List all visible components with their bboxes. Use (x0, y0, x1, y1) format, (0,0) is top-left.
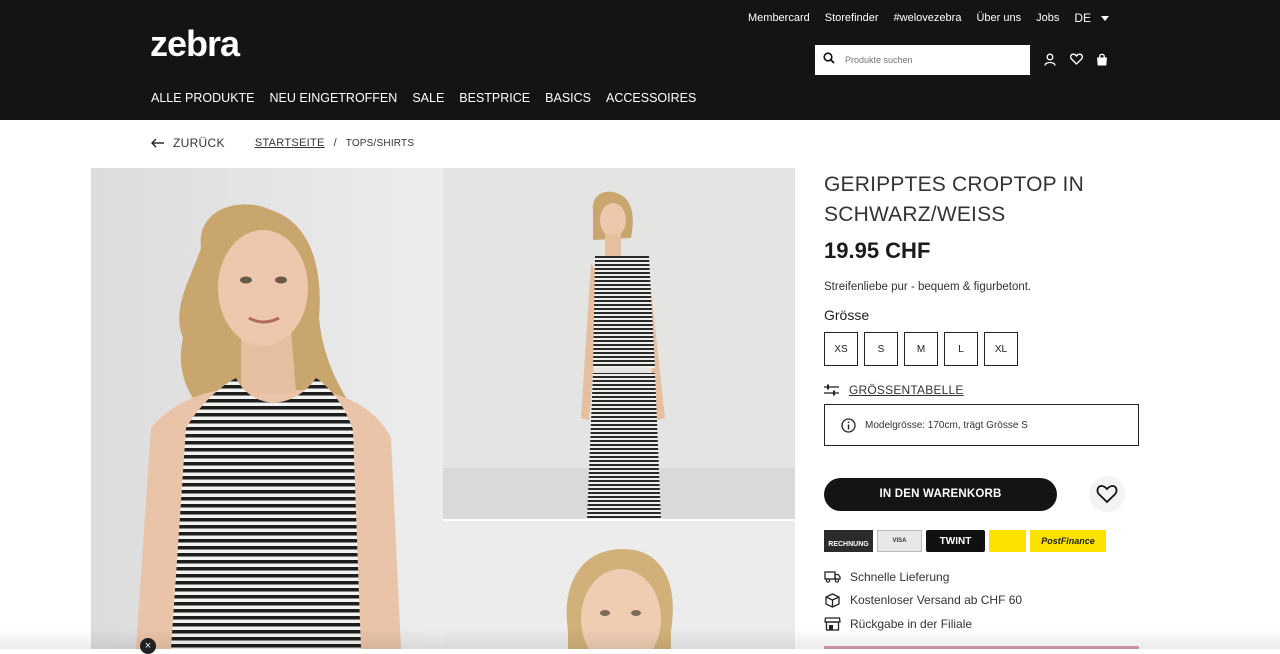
search-input[interactable] (843, 54, 1017, 66)
usp-item: Rückgabe in der Filiale (824, 612, 1139, 636)
usp-text-delivery: Schnelle Lieferung (850, 569, 950, 584)
size-option-xs[interactable]: XS (824, 332, 858, 366)
usp-text-shipping: Kostenloser Versand ab CHF 60 (850, 593, 1023, 608)
payment-postcard-logo (989, 530, 1026, 552)
nav-sale[interactable]: SALE (412, 91, 444, 106)
payment-methods: RECHNUNG VISA TWINT PostFinance (824, 530, 1139, 552)
truck-icon (824, 571, 841, 583)
top-link-ueber-uns[interactable]: Über uns (976, 12, 1021, 25)
breadcrumb-separator: / (333, 137, 337, 149)
size-table-row: GRÖSSENTABELLE (824, 383, 1139, 397)
account-icon[interactable] (1043, 51, 1057, 67)
usp-text-return: Rückgabe in der Filiale (850, 616, 973, 631)
nav-bestprice[interactable]: BESTPRICE (459, 91, 530, 106)
top-link-welovezebra[interactable]: #welovezebra (894, 12, 962, 25)
nav-neu-eingetroffen[interactable]: NEU EINGETROFFEN (270, 91, 398, 106)
wishlist-button[interactable] (1089, 476, 1125, 512)
nav-alle-produkte[interactable]: ALLE PRODUKTE (151, 91, 255, 106)
nav-accessoires[interactable]: ACCESSOIRES (606, 91, 696, 106)
chevron-down-icon (1101, 15, 1109, 21)
header-icons (1043, 51, 1109, 67)
arrow-left-icon (151, 138, 164, 148)
language-label: DE (1074, 11, 1091, 25)
top-link-jobs[interactable]: Jobs (1036, 12, 1059, 25)
size-option-xl[interactable]: XL (984, 332, 1018, 366)
breadcrumb: ZURÜCK STARTSEITE / TOPS/SHIRTS (151, 136, 414, 150)
usp-list: Schnelle Lieferung Kostenloser Versand a… (824, 565, 1139, 636)
search-icon (823, 51, 835, 69)
top-link-membercard[interactable]: Membercard (748, 12, 810, 25)
heart-icon (1096, 485, 1118, 504)
payment-rechnung-logo: RECHNUNG (824, 530, 873, 552)
product-info: GERIPPTES CROPTOP IN SCHWARZ/WEISS 19.95… (824, 170, 1139, 636)
size-option-s[interactable]: S (864, 332, 898, 366)
close-icon[interactable]: × (140, 638, 156, 654)
breadcrumb-home[interactable]: STARTSEITE (255, 137, 325, 149)
product-title: GERIPPTES CROPTOP IN SCHWARZ/WEISS (824, 173, 1084, 226)
model-info-text: Modelgrösse: 170cm, trägt Grösse S (865, 419, 1028, 431)
product-price: 19.95 CHF (824, 238, 931, 263)
product-image-main[interactable] (91, 168, 443, 649)
add-to-cart-button[interactable]: IN DEN WARENKORB (824, 477, 1057, 511)
product-image-closeup[interactable] (443, 521, 795, 649)
wishlist-heart-icon[interactable] (1069, 51, 1083, 67)
size-selector: XS S M L XL (824, 332, 1139, 366)
size-option-l[interactable]: L (944, 332, 978, 366)
payment-card-logo: VISA (877, 530, 922, 552)
product-description: Streifenliebe pur - bequem & figurbetont… (824, 281, 1032, 293)
store-icon (824, 617, 841, 631)
usp-item: Schnelle Lieferung (824, 565, 1139, 589)
shopping-bag-icon[interactable] (1095, 51, 1109, 67)
top-link-storefinder[interactable]: Storefinder (825, 12, 879, 25)
payment-postfinance-logo: PostFinance (1030, 530, 1106, 552)
usp-item: Kostenloser Versand ab CHF 60 (824, 589, 1139, 613)
payment-twint-logo: TWINT (926, 530, 985, 552)
back-link[interactable]: ZURÜCK (151, 136, 225, 150)
breadcrumb-current: TOPS/SHIRTS (345, 137, 415, 149)
size-table-link[interactable]: GRÖSSENTABELLE (849, 383, 964, 397)
search-box[interactable] (815, 45, 1030, 75)
info-icon (841, 417, 856, 433)
size-label: Grösse (824, 307, 870, 323)
sliders-icon (824, 384, 839, 396)
main-navigation: ALLE PRODUKTE NEU EINGETROFFEN SALE BEST… (151, 91, 711, 106)
top-links: Membercard Storefinder #welovezebra Über… (748, 11, 1109, 25)
language-selector[interactable]: DE (1074, 11, 1109, 25)
model-info-box: Modelgrösse: 170cm, trägt Grösse S (824, 404, 1139, 446)
product-gallery (91, 168, 795, 649)
nav-basics[interactable]: BASICS (545, 91, 591, 106)
package-icon (825, 593, 840, 608)
size-option-m[interactable]: M (904, 332, 938, 366)
product-image-fullbody[interactable] (443, 168, 795, 519)
zebra-logo[interactable]: zebra (150, 26, 240, 62)
cart-row: IN DEN WARENKORB (824, 476, 1139, 512)
back-label: ZURÜCK (173, 136, 225, 150)
site-header: zebra Membercard Storefinder #welovezebr… (0, 0, 1280, 120)
